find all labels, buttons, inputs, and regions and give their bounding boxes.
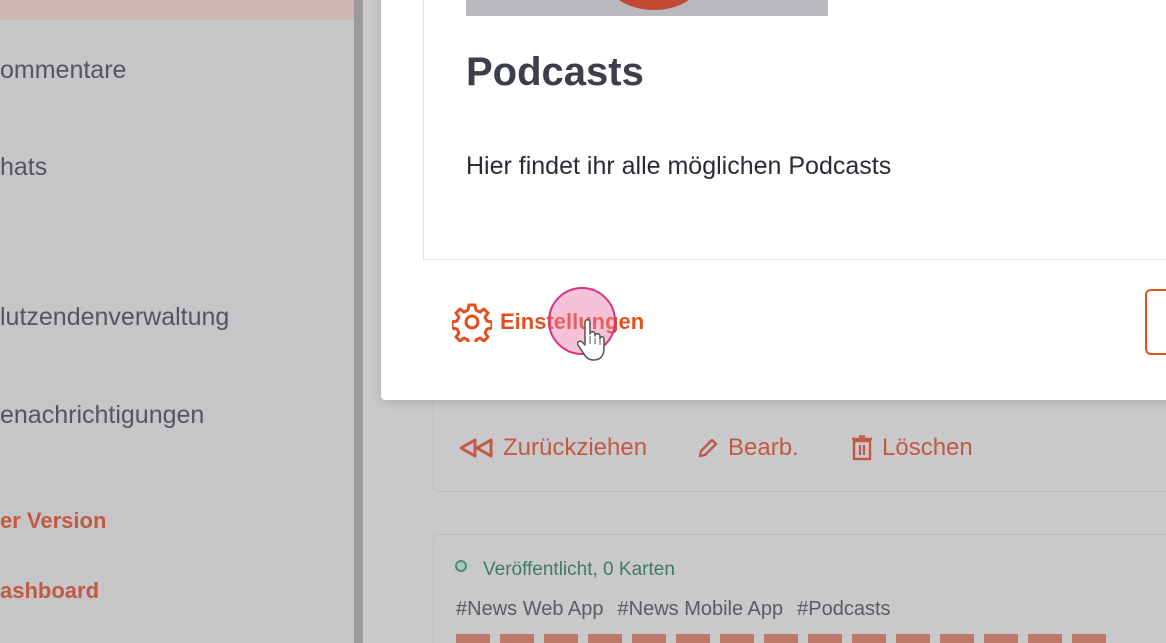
trash-icon [852,435,872,461]
delete-button[interactable]: Löschen [850,434,973,462]
edit-button[interactable]: Bearb. [696,434,799,462]
delete-label: Löschen [882,434,973,461]
withdraw-label: Zurückziehen [503,434,648,461]
sidebar-item-comments[interactable]: ommentare [0,56,126,85]
sidebar-link-dashboard[interactable]: ashboard [0,578,99,604]
withdraw-icon [459,438,493,458]
withdraw-button[interactable]: Zurückziehen [459,434,647,462]
tag[interactable]: #Podcasts [797,598,890,621]
sidebar-item-notifications[interactable]: enachrichtigungen [0,401,204,430]
tag[interactable]: #News Web App [456,598,604,621]
modal-content-card [423,0,1166,260]
edit-label: Bearb. [728,434,799,461]
tag[interactable]: #News Mobile App [618,598,784,621]
sidebar-item-user-management[interactable]: lutzendenverwaltung [0,303,229,332]
modal-description: Hier findet ihr alle möglichen Podcasts [466,152,892,180]
pencil-icon [698,438,718,458]
sidebar-active-item[interactable] [0,0,354,20]
gear-icon [452,303,492,342]
status-text: Veröffentlicht, 0 Karten [483,559,675,580]
sidebar-item-chats[interactable]: hats [0,153,47,182]
tag-list: #News Web App #News Mobile App #Podcasts [456,598,891,621]
secondary-action-button[interactable] [1145,289,1166,355]
sidebar: ommentare hats lutzendenverwaltung enach… [0,0,354,643]
background-card-2 [433,534,1166,643]
status-dot-icon [455,560,467,572]
card-title-partial [456,634,1106,643]
modal-title: Podcasts [466,50,644,94]
hand-cursor-icon [577,319,605,361]
sidebar-divider [354,0,363,643]
podcast-cover-image [466,0,828,16]
sidebar-link-version[interactable]: er Version [0,508,106,534]
